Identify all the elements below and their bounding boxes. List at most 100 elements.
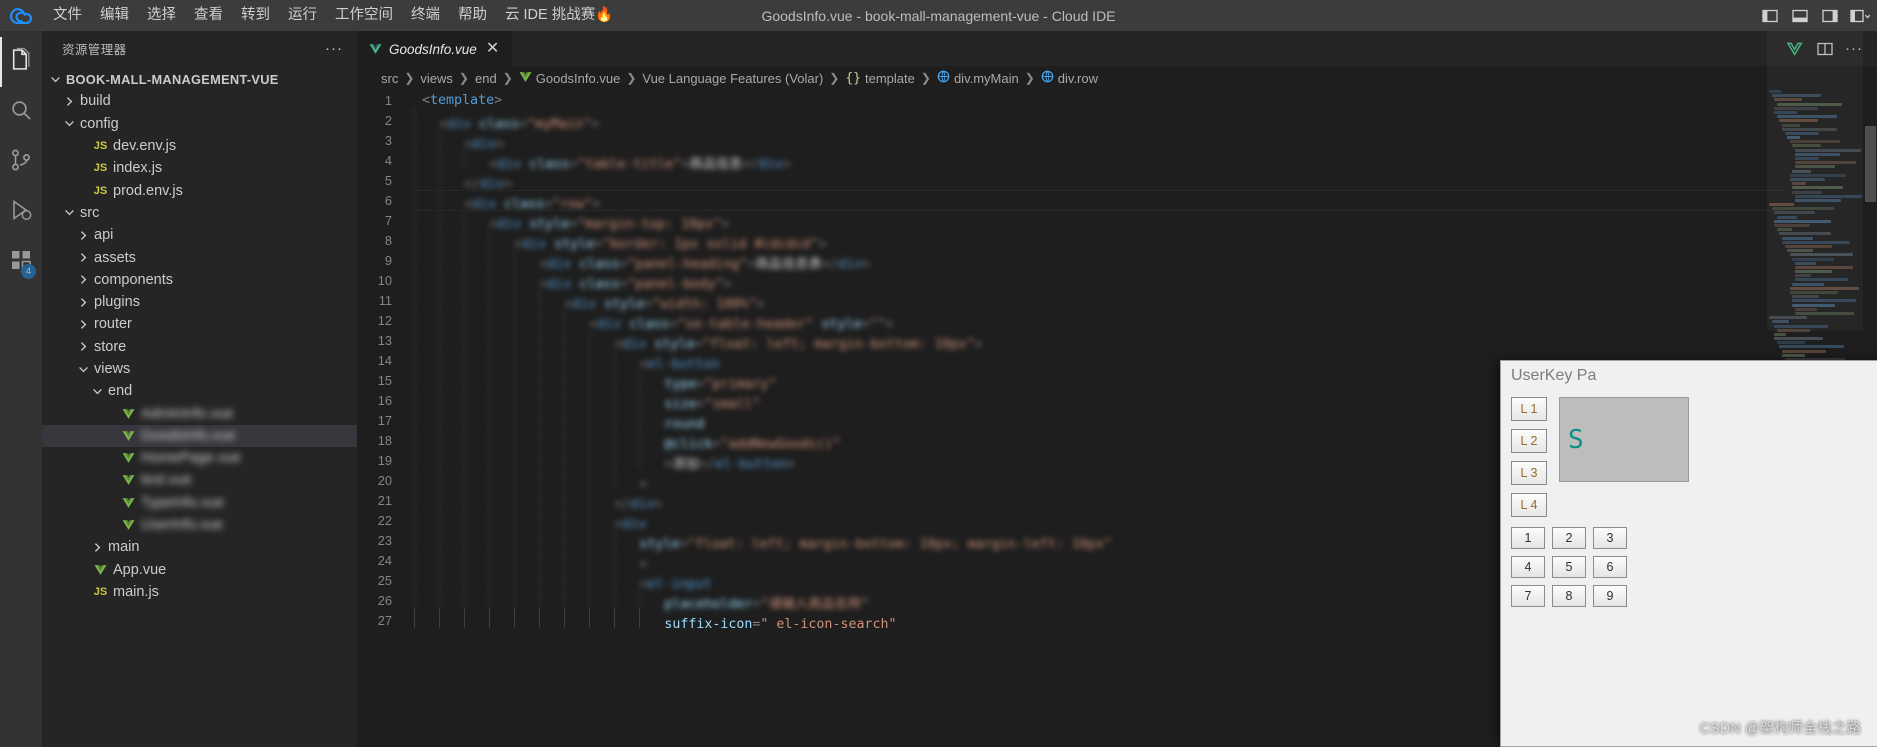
tree-root-book-mall-management-vue[interactable]: BOOK-MALL-MANAGEMENT-VUE	[42, 68, 357, 90]
scrollbar-thumb[interactable]	[1865, 126, 1876, 202]
toggle-primary-sidebar-icon[interactable]	[1759, 5, 1781, 27]
chevron-down-icon[interactable]	[62, 207, 77, 218]
userkey-key-4[interactable]: 4	[1511, 556, 1545, 578]
menu-selection[interactable]: 选择	[138, 0, 185, 31]
tree-item-plugins[interactable]: plugins	[42, 291, 357, 313]
tree-item-views[interactable]: views	[42, 358, 357, 380]
userkey-level-4-button[interactable]: L 4	[1511, 493, 1547, 517]
tree-item-dev-env-js[interactable]: JS dev.env.js	[42, 135, 357, 157]
toggle-secondary-sidebar-icon[interactable]	[1819, 5, 1841, 27]
tree-item-store[interactable]: store	[42, 336, 357, 358]
userkey-key-5[interactable]: 5	[1552, 556, 1586, 578]
tree-item-build[interactable]: build	[42, 90, 357, 112]
breadcrumb-item-div-row[interactable]: div.row	[1041, 70, 1098, 86]
code-line[interactable]: 5 </div>	[357, 168, 1877, 192]
tree-item-config[interactable]: config	[42, 113, 357, 135]
userkey-key-3[interactable]: 3	[1593, 527, 1627, 549]
chevron-right-icon[interactable]	[76, 297, 91, 308]
tree-item-components[interactable]: components	[42, 269, 357, 291]
menu-edit[interactable]: 编辑	[91, 0, 138, 31]
menu-file[interactable]: 文件	[44, 0, 91, 31]
breadcrumb-item-end[interactable]: end	[475, 71, 497, 86]
code-line[interactable]: 13 <div style="float: left; margin-botto…	[357, 328, 1877, 352]
breadcrumb-item-views[interactable]: views	[420, 71, 453, 86]
activity-extensions[interactable]: 4	[0, 237, 42, 287]
userkey-key-1[interactable]: 1	[1511, 527, 1545, 549]
userkey-pad-dialog[interactable]: UserKey Pa L 1 L 2 L 3 L 4 S 123 456 789	[1500, 360, 1877, 747]
userkey-key-6[interactable]: 6	[1593, 556, 1627, 578]
js-file-icon: JS	[93, 184, 108, 197]
menu-bar: 文件 编辑 选择 查看 转到 运行 工作空间 终端 帮助 云 IDE 挑战赛🔥	[44, 0, 622, 31]
chevron-right-icon[interactable]	[76, 341, 91, 352]
code-line[interactable]: 3 <div>	[357, 128, 1877, 152]
chevron-right-icon[interactable]	[76, 252, 91, 263]
tree-item-app-vue[interactable]: App.vue	[42, 559, 357, 581]
tree-item-goodsinfo-vue[interactable]: GoodsInfo.vue	[42, 424, 357, 448]
userkey-level-3-button[interactable]: L 3	[1511, 461, 1547, 485]
tree-item-assets[interactable]: assets	[42, 246, 357, 268]
code-line[interactable]: 4 <div class="table-title">商品信息</div>	[357, 148, 1877, 172]
code-line[interactable]: 9 <div class="panel-heading">商品信息表</div>	[357, 248, 1877, 272]
menu-run[interactable]: 运行	[279, 0, 326, 31]
tree-item-label: UserInfo.vue	[141, 517, 224, 534]
breadcrumb-item-src[interactable]: src	[381, 71, 398, 86]
tree-item-userinfo-vue[interactable]: UserInfo.vue	[42, 514, 357, 536]
userkey-level-1-button[interactable]: L 1	[1511, 397, 1547, 421]
chevron-right-icon[interactable]	[76, 230, 91, 241]
tree-item-index-js[interactable]: JS index.js	[42, 157, 357, 179]
userkey-key-2[interactable]: 2	[1552, 527, 1586, 549]
tree-item-router[interactable]: router	[42, 313, 357, 335]
code-line[interactable]: 6 <div class="row">	[357, 188, 1877, 212]
chevron-down-icon[interactable]	[90, 386, 105, 397]
tree-item-api[interactable]: api	[42, 224, 357, 246]
code-line[interactable]: 7 <div style="margin-top: 10px">	[357, 208, 1877, 232]
tree-item-typeinfo-vue[interactable]: TypeInfo.vue	[42, 492, 357, 514]
chevron-right-icon[interactable]	[90, 542, 105, 553]
chevron-down-icon[interactable]	[48, 74, 63, 85]
activity-explorer[interactable]	[0, 37, 42, 87]
minimap-slider[interactable]	[1767, 31, 1863, 331]
customize-layout-icon[interactable]	[1849, 5, 1871, 27]
userkey-key-7[interactable]: 7	[1511, 585, 1545, 607]
menu-help[interactable]: 帮助	[449, 0, 496, 31]
code-line[interactable]: 11 <div style="width: 100%">	[357, 288, 1877, 312]
tree-item-admininfo-vue[interactable]: AdminInfo.vue	[42, 402, 357, 424]
chevron-right-icon[interactable]	[76, 319, 91, 330]
activity-search[interactable]	[0, 87, 42, 137]
userkey-key-9[interactable]: 9	[1593, 585, 1627, 607]
breadcrumb-item-template[interactable]: {} template	[845, 71, 915, 86]
explorer-more-icon[interactable]: ···	[317, 40, 351, 57]
userkey-key-8[interactable]: 8	[1552, 585, 1586, 607]
code-line[interactable]: 8 <div style="border: 1px solid #cdcdcd"…	[357, 228, 1877, 252]
menu-cloud-ide-challenge[interactable]: 云 IDE 挑战赛🔥	[496, 0, 622, 31]
code-line[interactable]: 12 <div class="se-table-header" style=""…	[357, 308, 1877, 332]
tree-item-test-vue[interactable]: test.vue	[42, 469, 357, 491]
code-line[interactable]: 1 <template>	[357, 90, 1877, 110]
userkey-level-2-button[interactable]: L 2	[1511, 429, 1547, 453]
tree-item-prod-env-js[interactable]: JS prod.env.js	[42, 179, 357, 201]
menu-view[interactable]: 查看	[185, 0, 232, 31]
tree-item-main-js[interactable]: JS main.js	[42, 581, 357, 603]
menu-terminal[interactable]: 终端	[402, 0, 449, 31]
activity-run-debug[interactable]	[0, 187, 42, 237]
tree-item-homepage-vue[interactable]: HomePage.vue	[42, 447, 357, 469]
menu-goto[interactable]: 转到	[232, 0, 279, 31]
tree-item-end[interactable]: end	[42, 380, 357, 402]
tree-item-main[interactable]: main	[42, 536, 357, 558]
chevron-right-icon[interactable]	[62, 96, 77, 107]
breadcrumb-item-vue-language-features-volar-[interactable]: Vue Language Features (Volar)	[642, 71, 823, 86]
menu-workspace[interactable]: 工作空间	[326, 0, 402, 31]
chevron-down-icon[interactable]	[62, 118, 77, 129]
chevron-right-icon[interactable]	[76, 274, 91, 285]
close-icon[interactable]: ✕	[484, 40, 501, 58]
code-line[interactable]: 10 <div class="panel-body">	[357, 268, 1877, 292]
tab-goodsinfo-vue[interactable]: GoodsInfo.vue ✕	[357, 31, 513, 66]
activity-source-control[interactable]	[0, 137, 42, 187]
toggle-panel-icon[interactable]	[1789, 5, 1811, 27]
tree-item-label: main.js	[113, 583, 159, 600]
breadcrumb-item-goodsinfo-vue[interactable]: GoodsInfo.vue	[519, 71, 620, 86]
chevron-down-icon[interactable]	[76, 364, 91, 375]
tree-item-src[interactable]: src	[42, 202, 357, 224]
breadcrumb-item-div-mymain[interactable]: div.myMain	[937, 70, 1019, 86]
code-line[interactable]: 2 <div class="myMain">	[357, 108, 1877, 132]
